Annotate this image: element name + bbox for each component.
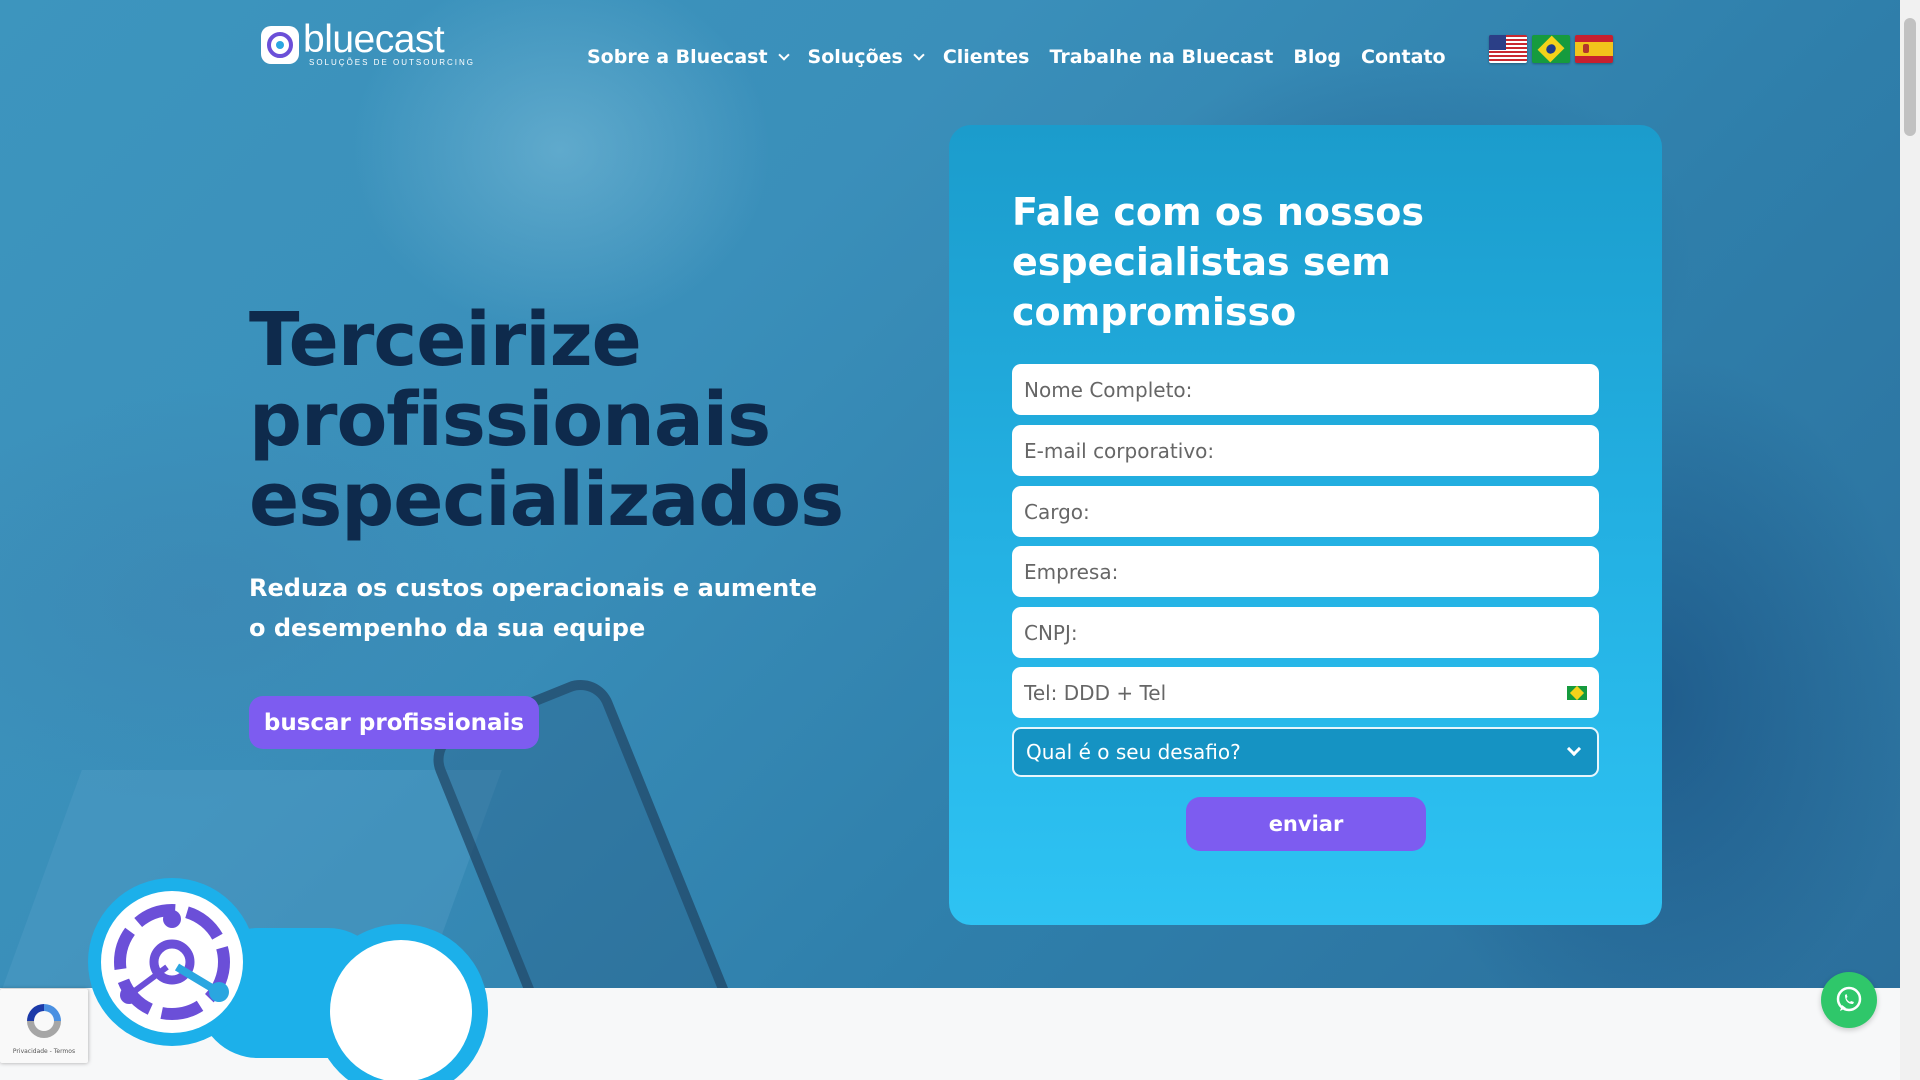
cnpj-input[interactable] (1024, 620, 1587, 645)
recaptcha-badge[interactable]: Privacidade - Termos (0, 989, 88, 1063)
nav-item-label: Contato (1361, 46, 1446, 68)
logo-icon (261, 25, 299, 64)
phone-field[interactable] (1012, 667, 1599, 718)
main-nav: Sobre a Bluecast Soluções Clientes Traba… (587, 46, 1466, 68)
nav-item-clientes[interactable]: Clientes (943, 46, 1030, 68)
nav-item-contato[interactable]: Contato (1361, 46, 1446, 68)
company-field[interactable] (1012, 546, 1599, 597)
bubble-ring (314, 924, 488, 1080)
nav-item-trabalhe[interactable]: Trabalhe na Bluecast (1050, 46, 1274, 68)
nav-item-label: Clientes (942, 46, 1030, 68)
submit-button[interactable]: enviar (1186, 797, 1426, 851)
name-input[interactable] (1024, 377, 1587, 402)
name-field[interactable] (1012, 364, 1599, 415)
logo-tagline: SOLUÇÕES DE OUTSOURCING (309, 58, 476, 67)
hero-subheadline: Reduza os custos operacionais e aumente … (249, 574, 817, 642)
recaptcha-icon (27, 1003, 61, 1038)
contact-form-card: Fale com os nossos especialistas sem com… (949, 125, 1662, 925)
nav-item-label: Soluções (807, 46, 903, 68)
language-switcher (1489, 35, 1618, 63)
us-flag-icon[interactable] (1489, 35, 1527, 63)
bubble-logo (88, 878, 256, 1046)
recaptcha-links[interactable]: Privacidade - Termos (13, 1048, 75, 1055)
logo-name: bluecast (303, 18, 445, 61)
chevron-down-icon (1566, 741, 1582, 757)
bluecast-network-icon (114, 904, 230, 1020)
challenge-select[interactable]: Qual é o seu desafio? (1012, 727, 1599, 777)
bluecast-logo[interactable]: bluecast SOLUÇÕES DE OUTSOURCING (261, 18, 476, 67)
nav-item-sobre[interactable]: Sobre a Bluecast (587, 46, 790, 68)
role-input[interactable] (1024, 499, 1587, 524)
chevron-down-icon (913, 48, 925, 61)
nav-item-solucoes[interactable]: Soluções (807, 46, 925, 68)
email-input[interactable] (1024, 438, 1587, 463)
decorative-bubbles (88, 878, 488, 1080)
hero-headline: Terceirize profissionais especializados (249, 297, 844, 543)
whatsapp-button[interactable] (1821, 972, 1877, 1028)
challenge-select-label: Qual é o seu desafio? (1026, 740, 1241, 764)
whatsapp-icon (1836, 986, 1862, 1012)
page-scrollbar[interactable] (1900, 0, 1920, 1080)
brazil-flag-icon[interactable] (1532, 35, 1570, 63)
form-title: Fale com os nossos especialistas sem com… (1012, 190, 1424, 334)
spain-flag-icon[interactable] (1575, 35, 1613, 63)
nav-item-label: Trabalhe na Bluecast (1049, 46, 1274, 68)
brazil-flag-icon[interactable] (1567, 685, 1587, 700)
search-professionals-button[interactable]: buscar profissionais (249, 696, 539, 749)
chevron-down-icon (777, 48, 790, 61)
company-input[interactable] (1024, 559, 1587, 584)
phone-input[interactable] (1024, 680, 1567, 705)
nav-item-blog[interactable]: Blog (1293, 46, 1341, 68)
scrollbar-thumb[interactable] (1904, 18, 1916, 136)
role-field[interactable] (1012, 486, 1599, 537)
nav-item-label: Blog (1293, 46, 1342, 68)
email-field[interactable] (1012, 425, 1599, 476)
nav-item-label: Sobre a Bluecast (587, 46, 768, 68)
cnpj-field[interactable] (1012, 607, 1599, 658)
